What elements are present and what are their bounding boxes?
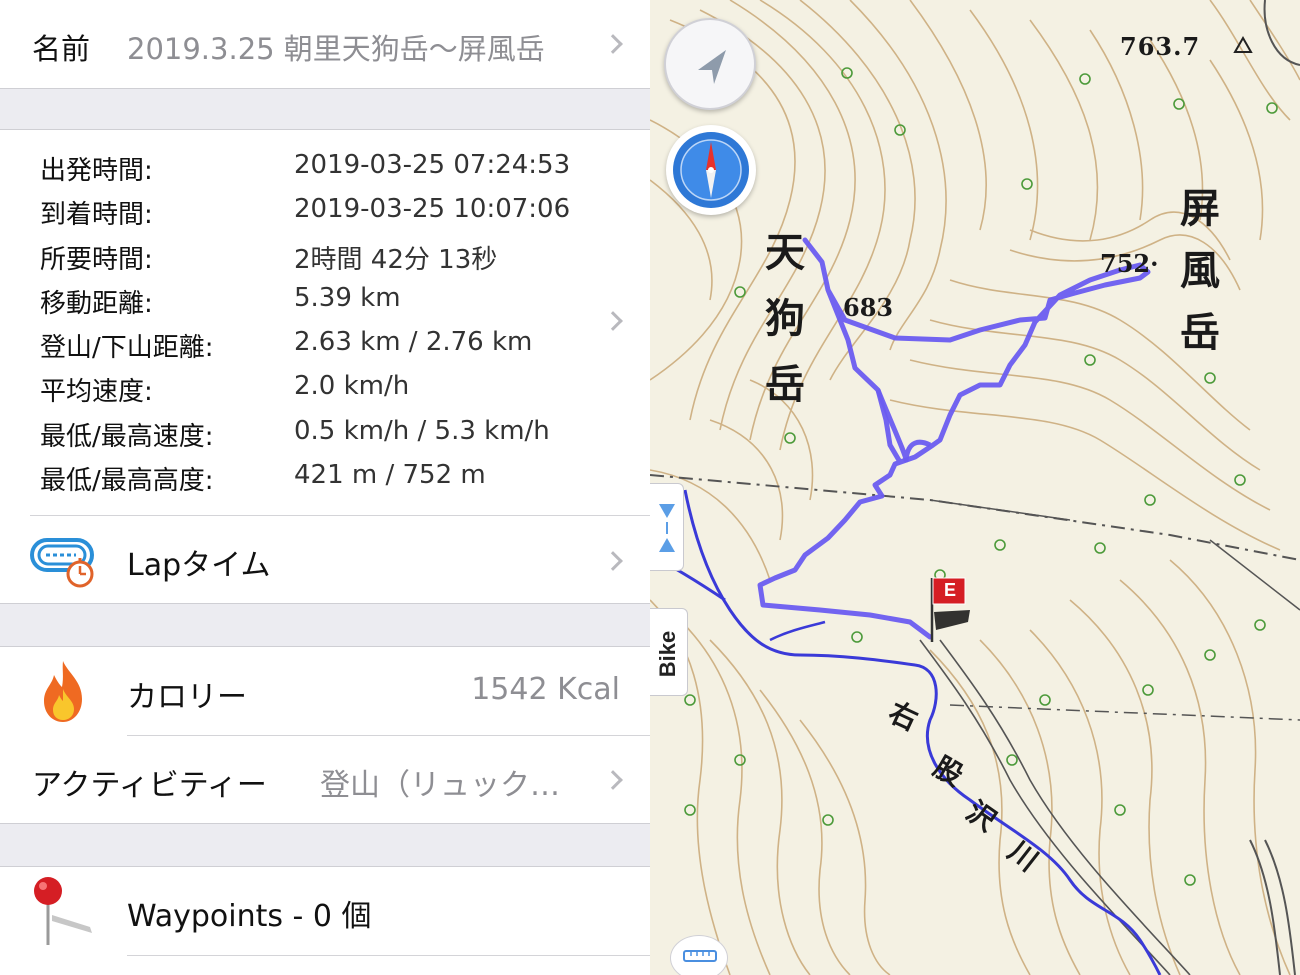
peak-name-tengu: 天 狗 岳 [765,220,811,418]
waypoints-label: Waypoints - 0 個 [127,899,372,934]
section-separator [0,88,650,130]
stat-value: 2.63 km / 2.76 km [294,327,533,357]
peak-name-byobu: 屏 風 岳 [1180,178,1226,364]
stat-row-min-max-speed: 最低/最高速度: 0.5 km/h / 5.3 km/h [0,412,650,452]
stat-value: 421 m / 752 m [294,460,486,490]
flame-icon [38,659,88,725]
stat-value: 2.0 km/h [294,371,410,401]
end-flag-label: E [943,580,956,600]
bike-tab-label: Bike [655,630,680,678]
map-char: 風 [1180,247,1220,294]
map-char: 狗 [765,295,805,342]
stat-row-duration: 所要時間: 2時間 42分 13秒 [0,235,650,275]
track-name-value: 2019.3.25 朝里天狗岳〜屏風岳 [127,32,545,66]
track-detail-panel: 名前 2019.3.25 朝里天狗岳〜屏風岳 出発時間: 2019-03-25 … [0,0,650,975]
activity-row[interactable]: アクティビティー 登山（リュック… [0,736,650,823]
map-char: 岳 [765,361,805,408]
stat-value: 2019-03-25 07:24:53 [294,150,571,180]
stat-label: 最低/最高速度: [40,422,214,452]
map-char: 天 [765,229,805,276]
section-separator [0,603,650,647]
section-separator [0,823,650,867]
stat-row-departure: 出発時間: 2019-03-25 07:24:53 [0,146,650,186]
activity-value: 登山（リュック… [320,768,560,803]
stopwatch-icon [30,534,98,590]
summit-elevation-label: 683 [843,293,894,322]
name-row[interactable]: 名前 2019.3.25 朝里天狗岳〜屏風岳 [0,0,650,88]
stat-label: 到着時間: [40,200,153,230]
stat-label: 最低/最高高度: [40,466,214,496]
chevron-right-icon [603,551,623,571]
stat-label: 平均速度: [40,377,153,407]
map-view[interactable]: 763.7 752· 683 天 狗 岳 屏 風 岳 右 股 沢 川 E Bik… [650,0,1300,975]
stat-value: 5.39 km [294,283,401,313]
compass-button[interactable] [666,125,756,215]
stat-label: 登山/下山距離: [40,333,214,363]
drawer-handle[interactable] [650,483,684,571]
calorie-row: カロリー 1542 Kcal [0,647,650,735]
map-char: 岳 [1180,309,1220,356]
stat-row-up-down-distance: 登山/下山距離: 2.63 km / 2.76 km [0,323,650,363]
stat-row-avg-speed: 平均速度: 2.0 km/h [0,367,650,407]
chevron-right-icon [603,770,623,790]
waypoints-row[interactable]: Waypoints - 0 個 [0,867,650,955]
stat-row-distance: 移動距離: 5.39 km [0,279,650,319]
lap-time-row[interactable]: Lapタイム [0,516,650,603]
ruler-button[interactable] [670,935,728,975]
activity-label: アクティビティー [32,768,267,803]
chevron-right-icon [603,34,623,54]
stat-label: 所要時間: [40,245,153,275]
stat-row-min-max-altitude: 最低/最高高度: 421 m / 752 m [0,456,650,496]
lap-time-label: Lapタイム [127,548,271,583]
stat-row-arrival: 到着時間: 2019-03-25 10:07:06 [0,190,650,230]
locate-button[interactable] [664,18,756,110]
stats-block[interactable]: 出発時間: 2019-03-25 07:24:53 到着時間: 2019-03-… [0,130,650,515]
stat-value: 2時間 42分 13秒 [294,245,498,275]
stat-label: 出発時間: [40,156,153,186]
map-char: 屏 [1180,185,1220,232]
pin-icon [30,875,100,949]
summit-elevation-label: 763.7 [1120,32,1201,61]
calorie-label: カロリー [127,680,247,715]
stat-value: 0.5 km/h / 5.3 km/h [294,416,550,446]
stat-value: 2019-03-25 10:07:06 [294,194,571,224]
calorie-value: 1542 Kcal [471,672,620,707]
divider [127,955,650,956]
summit-elevation-label: 752· [1100,249,1159,278]
stat-label: 移動距離: [40,289,153,319]
name-label: 名前 [32,32,91,66]
bike-tab[interactable]: Bike [650,608,688,696]
